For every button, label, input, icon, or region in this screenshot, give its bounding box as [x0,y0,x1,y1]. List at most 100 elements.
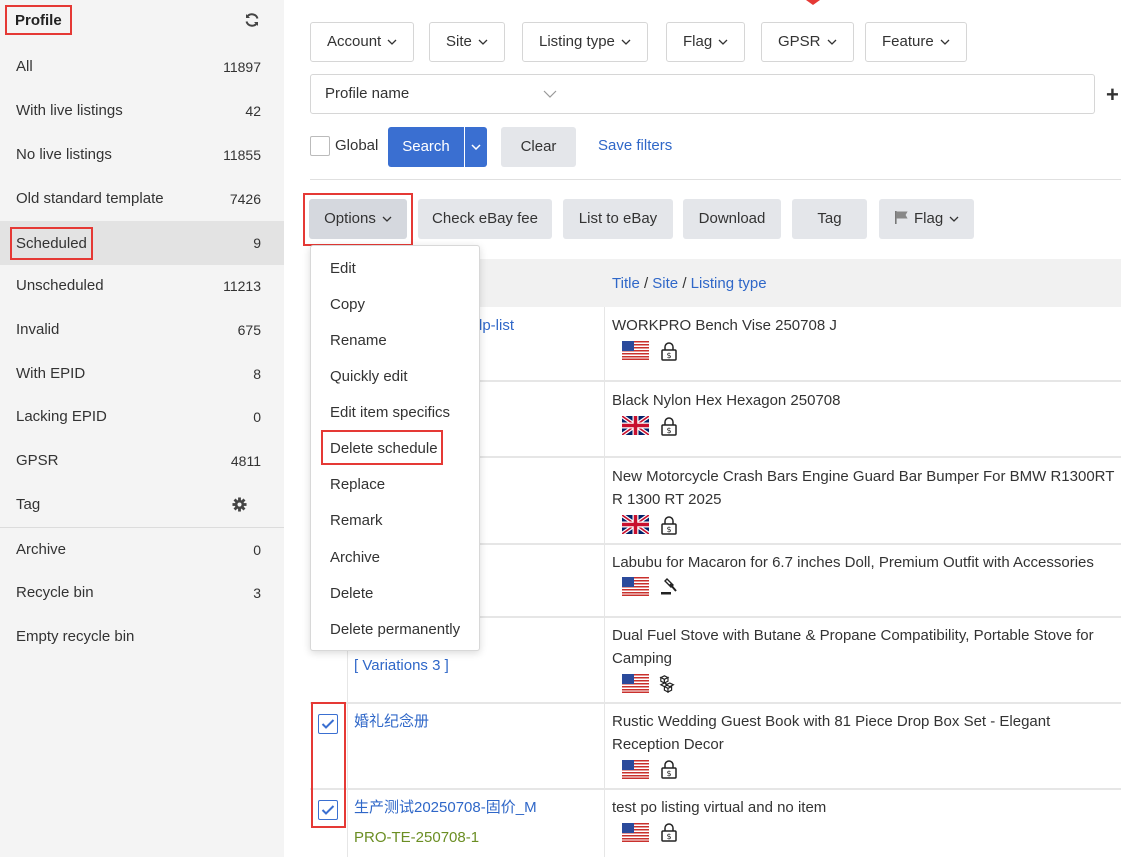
sidebar-item-all[interactable]: All 11897 [0,45,284,89]
global-checkbox[interactable] [310,136,330,156]
download-button[interactable]: Download [683,199,781,239]
sidebar-item-unscheduled[interactable]: Unscheduled 11213 [0,264,284,308]
flag-icon [894,211,908,224]
column-divider [604,307,605,857]
listing-title: Black Nylon Hex Hexagon 250708 [612,392,841,409]
options-highlight [303,193,413,246]
filter-label: Account [327,33,382,50]
sidebar-item-scheduled[interactable]: Scheduled 9 [0,221,284,265]
menu-item-delete[interactable]: Delete [330,584,373,604]
sort-listing-type-link[interactable]: Listing type [691,275,767,292]
listing-title: New Motorcycle Crash Bars Engine Guard B… [612,468,1115,508]
sidebar-item-invalid[interactable]: Invalid 675 [0,308,284,352]
profile-name-select[interactable]: Profile name [310,74,572,114]
profile-name-link[interactable]: 生产测试20250708-固价_M [354,798,537,818]
sidebar-item-old-standard-template[interactable]: Old standard template 7426 [0,177,284,221]
variations-link[interactable]: [ Variations 3 ] [354,656,449,676]
menu-item-archive[interactable]: Archive [330,548,380,568]
tag-button[interactable]: Tag [792,199,867,239]
lock-icon: $ [661,516,677,535]
account-filter-dropdown[interactable]: Account [310,22,415,62]
list-to-ebay-button[interactable]: List to eBay [563,199,673,239]
sidebar-item-with-epid[interactable]: With EPID 8 [0,352,284,396]
sidebar-item-label: Old standard template [16,190,164,207]
flag-filter-dropdown[interactable]: Flag [666,22,746,62]
menu-item-quickly-edit[interactable]: Quickly edit [330,367,408,387]
menu-item-edit-item-specifics[interactable]: Edit item specifics [330,403,450,423]
sidebar-item-lacking-epid[interactable]: Lacking EPID 0 [0,395,284,439]
uk-flag-icon [622,515,649,534]
lock-icon: $ [661,342,677,361]
filter-label: Site [446,33,472,50]
sidebar-item-label: Recycle bin [16,584,94,601]
menu-item-replace[interactable]: Replace [330,475,385,495]
site-filter-dropdown[interactable]: Site [429,22,505,62]
sidebar-item-count: 11855 [223,147,261,163]
listing-title: test po listing virtual and no item [612,799,827,816]
clear-button[interactable]: Clear [501,127,576,167]
sidebar-item-count: 11897 [223,59,261,75]
svg-text:$: $ [666,426,671,435]
sidebar-item-count: 9 [253,235,261,251]
filter-label: Listing type [539,33,615,50]
menu-item-remark[interactable]: Remark [330,511,383,531]
sidebar-item-no-live-listings[interactable]: No live listings 11855 [0,133,284,177]
chevron-down-icon [478,39,488,45]
menu-item-copy[interactable]: Copy [330,295,365,315]
sidebar-item-count: 7426 [229,191,261,207]
listing-type-filter-dropdown[interactable]: Listing type [522,22,648,62]
us-flag-icon [622,674,649,693]
chevron-down-icon [949,216,959,222]
sidebar-item-label: Empty recycle bin [16,628,135,645]
add-icon[interactable]: + [1106,82,1119,108]
search-options-button[interactable] [465,127,487,167]
menu-item-edit[interactable]: Edit [330,259,356,279]
sidebar-item-gpsr[interactable]: GPSR 4811 [0,439,284,483]
profile-name-label: Profile name [325,85,410,102]
feature-filter-dropdown[interactable]: Feature [865,22,967,62]
check-ebay-fee-button[interactable]: Check eBay fee [418,199,552,239]
sidebar-item-label: With EPID [16,365,86,382]
sidebar-item-count: 11213 [223,278,261,294]
profile-sku: PRO-TE-250708-1 [354,829,480,846]
sidebar-item-label: Scheduled [10,227,93,260]
chevron-down-icon [621,39,631,45]
sidebar-item-label: GPSR [16,452,59,469]
filter-label: GPSR [778,33,821,50]
us-flag-icon [622,341,649,360]
sidebar-item-count: 675 [237,322,261,338]
sidebar-item-count: 8 [253,366,261,382]
sidebar-item-with-live-listings[interactable]: With live listings 42 [0,89,284,133]
lock-icon: $ [661,823,677,842]
svg-text:$: $ [666,832,671,841]
chevron-down-icon [718,39,728,45]
svg-text:$: $ [666,351,671,360]
profile-name-link[interactable]: 婚礼纪念册 [354,712,429,732]
sidebar-item-tag[interactable]: Tag [0,483,284,527]
gpsr-filter-dropdown[interactable]: GPSR [761,22,854,62]
chevron-down-icon [387,39,397,45]
sidebar-item-label: Lacking EPID [16,408,107,425]
search-button[interactable]: Search [388,127,464,167]
profile-name-search-input[interactable] [571,74,1095,114]
sort-title-link[interactable]: Title [612,275,640,292]
sidebar-item-count: 3 [253,585,261,601]
sidebar-item-archive[interactable]: Archive 0 [0,528,284,572]
sort-site-link[interactable]: Site [652,275,678,292]
flag-action-button[interactable]: Flag [879,199,974,239]
sidebar-item-label: Invalid [16,321,60,338]
sidebar-title: Profile [5,5,72,35]
sidebar-item-label: All [16,58,33,75]
save-filters-link[interactable]: Save filters [598,136,672,156]
flag-label: Flag [913,210,944,227]
sidebar-item-count: 4811 [230,453,261,469]
chevron-down-icon [543,90,557,98]
sidebar-item-empty-recycle-bin[interactable]: Empty recycle bin [0,615,284,659]
sidebar-item-recycle-bin[interactable]: Recycle bin 3 [0,571,284,615]
gear-icon[interactable] [232,497,247,512]
us-flag-icon [622,577,649,596]
profile-name-link[interactable]: lp-list [479,316,514,336]
menu-item-delete-permanently[interactable]: Delete permanently [330,620,460,640]
menu-item-rename[interactable]: Rename [330,331,387,351]
refresh-icon[interactable] [244,12,260,28]
